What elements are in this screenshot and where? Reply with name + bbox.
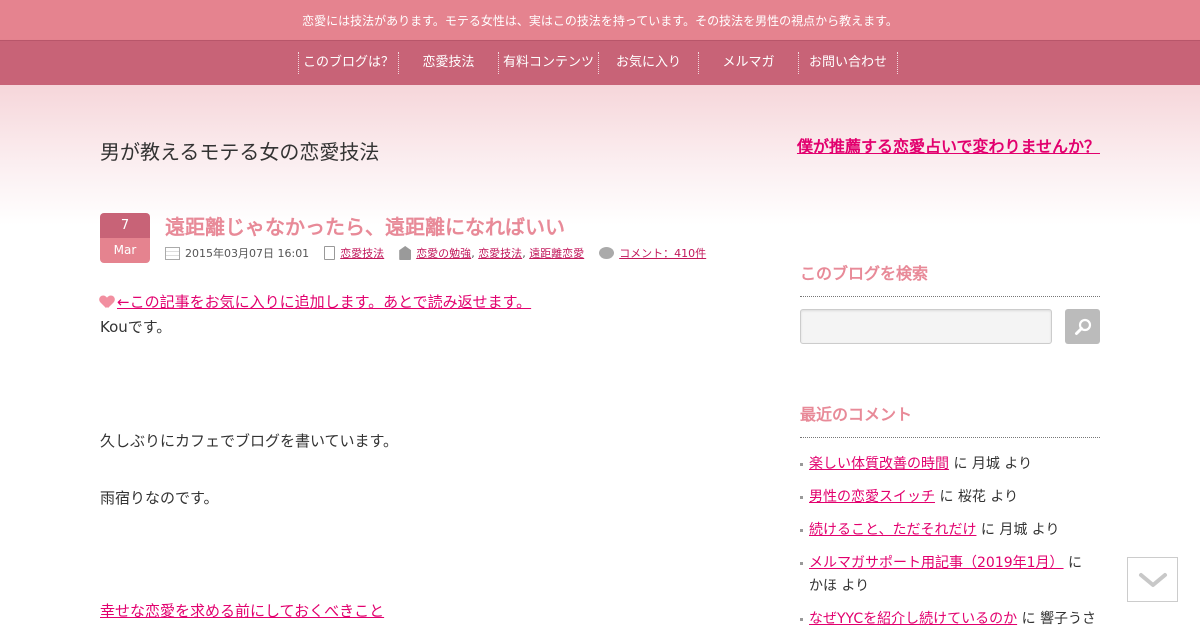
sidebar-search-section: このブログを検索: [800, 260, 1100, 297]
nav-item-favorites[interactable]: お気に入り: [598, 52, 698, 74]
nav-item-contact[interactable]: お問い合わせ: [798, 52, 898, 74]
category-icon: [324, 246, 336, 260]
promo-link[interactable]: 僕が推薦する恋愛占いで変わりませんか？: [797, 133, 1100, 157]
tag-separator: ,: [471, 246, 475, 260]
main-nav: このブログは？ 恋愛技法 有料コンテンツ お気に入り メルマガ お問い合わせ: [0, 40, 1200, 85]
comment-post-link[interactable]: 続けること、ただそれだけ: [809, 522, 976, 538]
list-item: なぜYYCを紹介し続けているのか に 響子うさ: [800, 608, 1100, 630]
post-title[interactable]: 遠距離じゃなかったら、遠距離になればいい: [165, 211, 565, 240]
recent-comments-heading: 最近のコメント: [800, 401, 1100, 438]
post-paragraph: Kouです。: [100, 318, 172, 336]
sidebar-comments-section: 最近のコメント 楽しい体質改善の時間 に 月城 より 男性の恋愛スイッチ に 桜…: [800, 401, 1100, 630]
date-badge: 7 Mar: [100, 213, 150, 263]
top-tagline-bar: 恋愛には技法があります。モテる女性は、実はこの技法を持っています。その技法を男性…: [0, 0, 1200, 40]
post-comments-link[interactable]: コメント：410件: [619, 245, 706, 261]
recent-comments-list: 楽しい体質改善の時間 に 月城 より 男性の恋愛スイッチ に 桜花 より 続ける…: [800, 453, 1100, 630]
search-button[interactable]: [1065, 309, 1100, 344]
site-title[interactable]: 男が教えるモテる女の恋愛技法: [100, 136, 379, 165]
post-paragraph: 雨宿りなのです。: [100, 489, 219, 507]
search-input[interactable]: [800, 309, 1052, 344]
chevron-down-icon: [1138, 572, 1167, 587]
post-tag-link[interactable]: 遠距離恋愛: [529, 245, 584, 261]
list-item: 男性の恋愛スイッチ に 桜花 より: [800, 486, 1100, 509]
post-datetime: 2015年03月07日 16:01: [185, 247, 310, 260]
comment-author: に 月城 より: [980, 522, 1060, 538]
favorite-add: ←この記事をお気に入りに追加します。あとで読み返せます。: [100, 291, 531, 312]
comment-author: に 月城 より: [953, 456, 1033, 472]
scroll-to-top-button[interactable]: [1127, 557, 1178, 602]
nav-item-love-techniques[interactable]: 恋愛技法: [398, 52, 498, 74]
tag-icon: [399, 246, 412, 260]
comment-post-link[interactable]: 男性の恋愛スイッチ: [809, 489, 935, 505]
comment-author: に 桜花 より: [939, 489, 1019, 505]
comment-post-link[interactable]: メルマガサポート用記事（2019年1月）: [809, 555, 1064, 571]
date-day: 7: [100, 213, 150, 238]
post-tag-link[interactable]: 恋愛の勉強: [416, 245, 471, 261]
post-paragraph: 久しぶりにカフェでブログを書いています。: [100, 432, 399, 450]
post-category-link[interactable]: 恋愛技法: [340, 245, 384, 261]
nav-item-about[interactable]: このブログは？: [298, 52, 398, 74]
comment-post-link[interactable]: 楽しい体質改善の時間: [809, 456, 949, 472]
post-tag-link[interactable]: 恋愛技法: [478, 245, 522, 261]
site-tagline: 恋愛には技法があります。モテる女性は、実はこの技法を持っています。その技法を男性…: [302, 13, 898, 28]
list-item: メルマガサポート用記事（2019年1月） に かほ より: [800, 552, 1100, 598]
post-inline-link[interactable]: 幸せな恋愛を求める前にしておくべきこと: [100, 602, 384, 620]
date-month: Mar: [100, 238, 150, 263]
search-icon: [1074, 318, 1091, 335]
list-item: 楽しい体質改善の時間 に 月城 より: [800, 453, 1100, 476]
post-meta: 2015年03月07日 16:01 恋愛技法 恋愛の勉強, 恋愛技法, 遠距離恋…: [165, 245, 721, 261]
calendar-icon: [165, 246, 180, 260]
list-item: 続けること、ただそれだけ に 月城 より: [800, 519, 1100, 542]
comment-author: に 響子うさ: [1021, 611, 1097, 627]
comment-icon: [599, 247, 615, 259]
search-heading: このブログを検索: [800, 260, 1100, 297]
favorite-add-link[interactable]: ←この記事をお気に入りに追加します。あとで読み返せます。: [117, 291, 531, 312]
nav-item-newsletter[interactable]: メルマガ: [698, 52, 798, 74]
heart-icon: [100, 296, 114, 308]
nav-item-paid-content[interactable]: 有料コンテンツ: [498, 52, 598, 74]
tag-separator: ,: [522, 246, 526, 260]
comment-post-link[interactable]: なぜYYCを紹介し続けているのか: [809, 611, 1017, 627]
